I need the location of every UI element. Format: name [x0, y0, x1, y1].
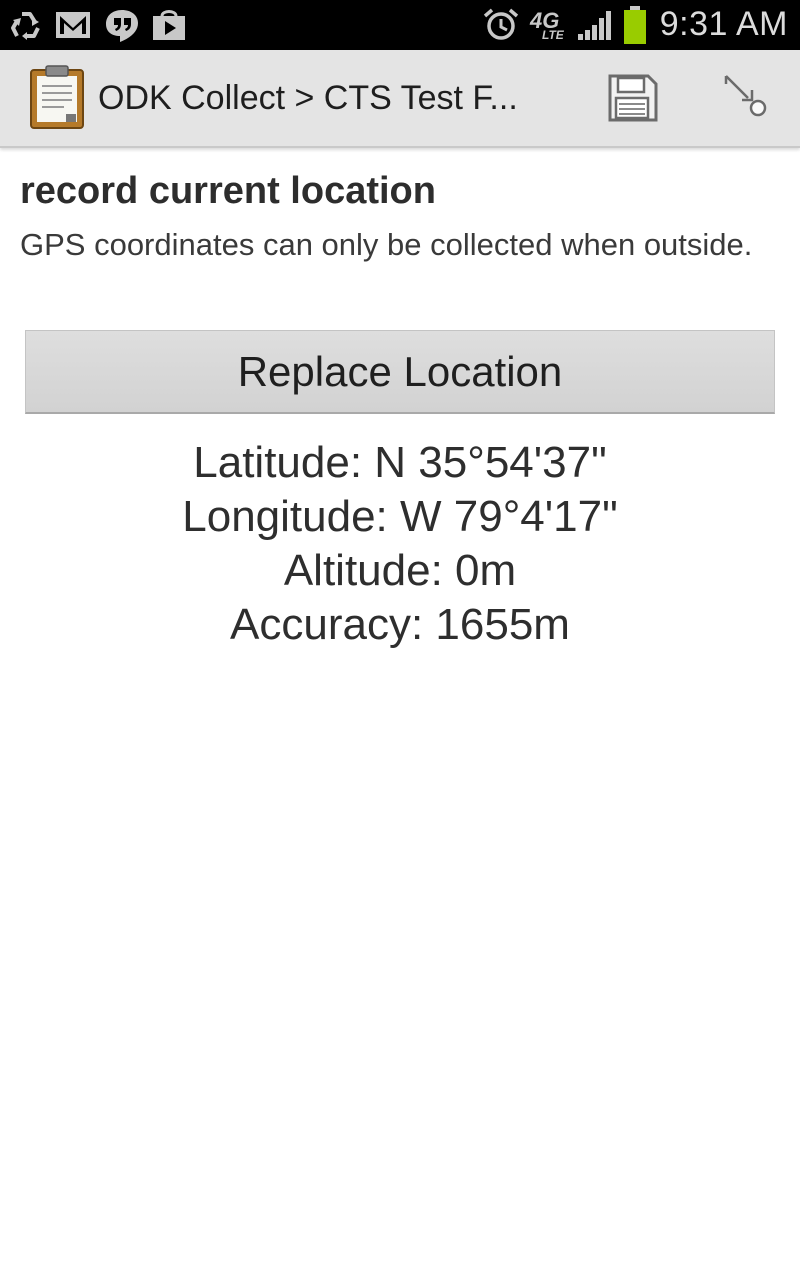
status-bar: 4G LTE 9:31 AM: [0, 0, 800, 50]
lte-icon: 4G LTE: [528, 8, 570, 42]
latitude-text: Latitude: N 35°54'37": [193, 438, 607, 487]
question-label: record current location: [20, 170, 436, 212]
network-sub-label: LTE: [542, 28, 564, 42]
accuracy-text: Accuracy: 1655m: [230, 600, 570, 649]
app-title: ODK Collect > CTS Test F...: [98, 79, 518, 117]
status-time: 9:31 AM: [659, 5, 788, 43]
battery-icon: [624, 6, 646, 44]
altitude-text: Altitude: 0m: [283, 546, 517, 595]
signal-icon: [578, 11, 611, 40]
hangouts-icon: [106, 10, 138, 42]
replace-location-button[interactable]: Replace Location: [25, 330, 775, 414]
alarm-icon: [483, 8, 519, 40]
recycle-icon: [11, 12, 40, 40]
gmail-icon: [56, 12, 90, 38]
location-readout: Latitude: N 35°54'37" Longitude: W 79°4'…: [0, 436, 800, 652]
jump-icon[interactable]: [718, 70, 774, 126]
play-store-icon: [153, 10, 185, 40]
question-hint: GPS coordinates can only be collected wh…: [20, 227, 753, 262]
action-bar: ODK Collect > CTS Test F...: [0, 50, 800, 148]
save-icon[interactable]: [604, 70, 660, 126]
longitude-text: Longitude: W 79°4'17": [182, 492, 618, 541]
clipboard-icon[interactable]: [28, 64, 86, 130]
